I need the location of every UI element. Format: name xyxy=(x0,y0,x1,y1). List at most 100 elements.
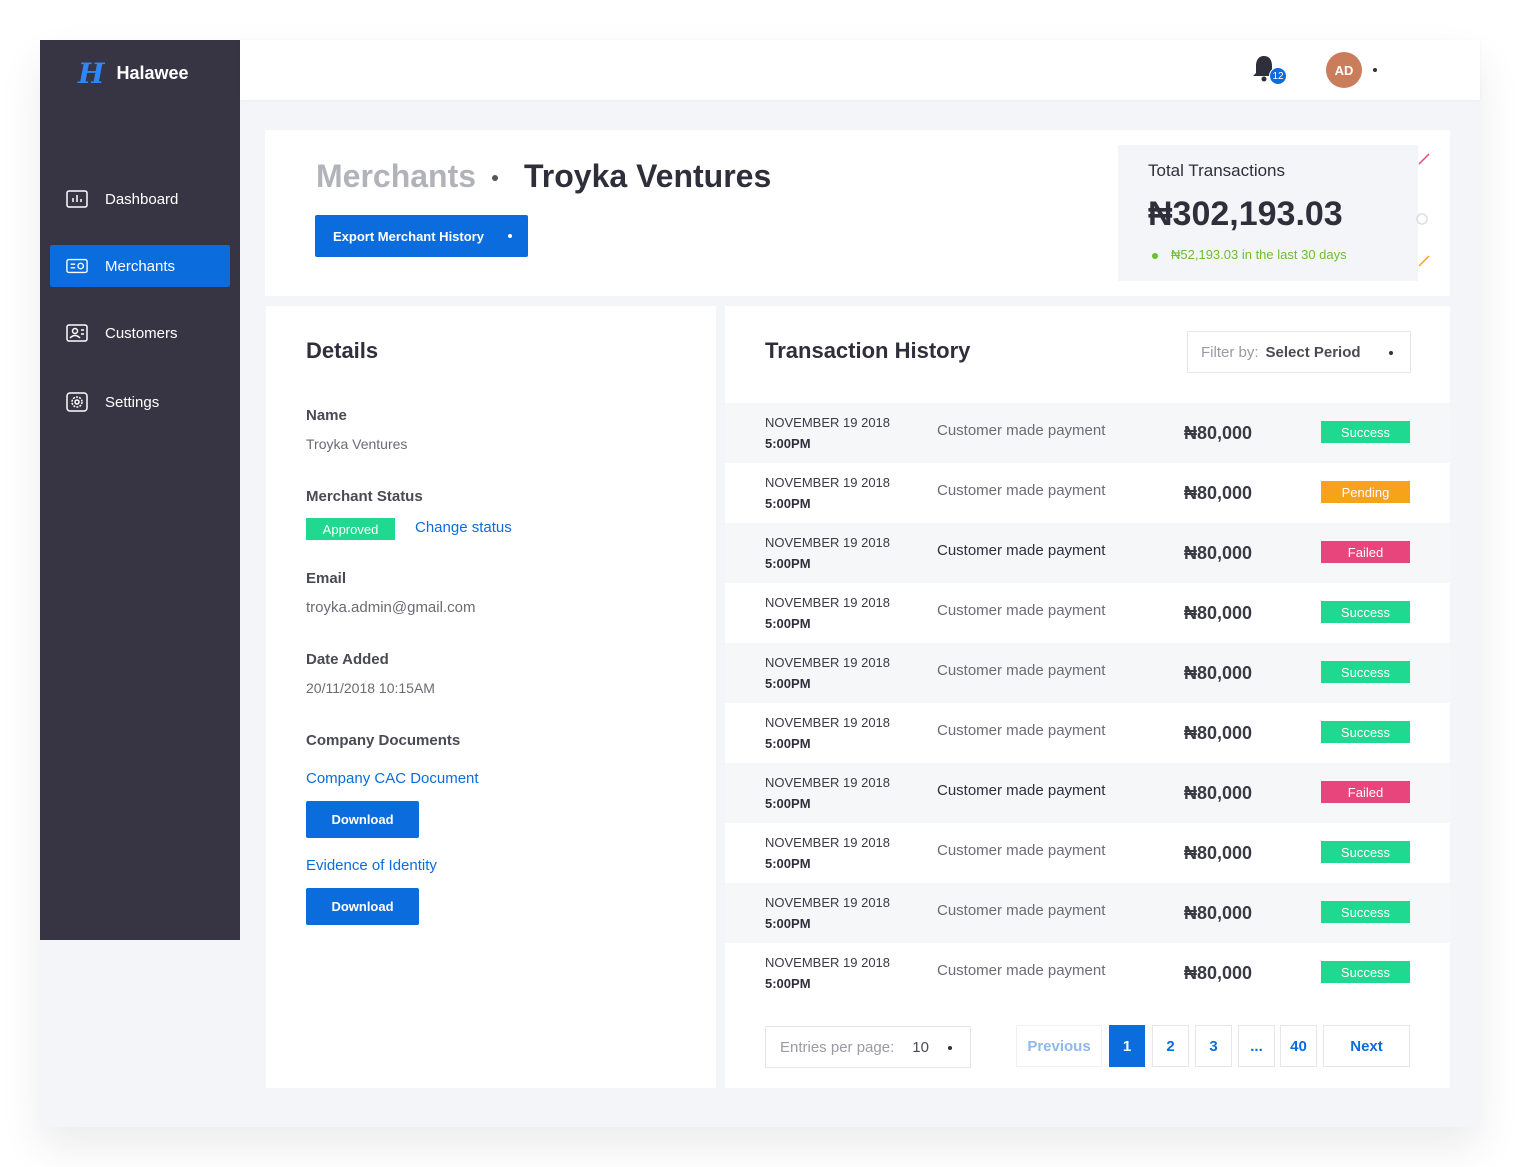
transaction-date: NOVEMBER 19 2018 xyxy=(765,655,891,670)
dropdown-dot-icon xyxy=(1389,351,1393,355)
status-badge: Success xyxy=(1321,721,1410,743)
pagination-next[interactable]: Next xyxy=(1323,1025,1410,1067)
transaction-description: Customer made payment xyxy=(937,482,1106,499)
account-menu-caret-icon[interactable] xyxy=(1373,68,1377,72)
transaction-amount: ₦80,000 xyxy=(1184,423,1253,443)
dropdown-dot-icon xyxy=(948,1046,952,1050)
table-row[interactable]: NOVEMBER 19 2018 5:00PM Customer made paym… xyxy=(725,763,1450,823)
status-badge: Pending xyxy=(1321,481,1410,503)
email-label: Email xyxy=(306,570,347,587)
breadcrumb-merchants[interactable]: Merchants xyxy=(316,158,476,195)
transaction-amount: ₦80,000 xyxy=(1184,963,1253,983)
name-label: Name xyxy=(306,407,347,424)
filter-label: Filter by: xyxy=(1201,343,1259,361)
transaction-time: 5:00PM xyxy=(765,556,811,571)
transaction-time: 5:00PM xyxy=(765,796,811,811)
status-badge: Success xyxy=(1321,421,1410,443)
transaction-description: Customer made payment xyxy=(937,782,1106,799)
transaction-amount: ₦80,000 xyxy=(1184,603,1253,623)
brand[interactable]: H Halawee xyxy=(78,57,189,90)
pagination-ellipsis[interactable]: ... xyxy=(1238,1025,1275,1067)
date-added-value: 20/11/2018 10:15AM xyxy=(306,680,435,696)
transaction-time: 5:00PM xyxy=(765,976,811,991)
entries-label: Entries per page: xyxy=(780,1038,895,1056)
transaction-date: NOVEMBER 19 2018 xyxy=(765,895,891,910)
transaction-history-title: Transaction History xyxy=(765,338,971,363)
email-value: troyka.admin@gmail.com xyxy=(306,599,476,616)
transaction-amount: ₦80,000 xyxy=(1184,483,1253,503)
filter-period-select[interactable]: Filter by: Select Period xyxy=(1187,331,1411,373)
transaction-description: Customer made payment xyxy=(937,842,1106,859)
table-row[interactable]: NOVEMBER 19 2018 5:00PM Customer made paym… xyxy=(725,883,1450,943)
sidebar-item-merchants[interactable]: Merchants xyxy=(50,245,230,287)
table-row[interactable]: NOVEMBER 19 2018 5:00PM Customer made paym… xyxy=(725,703,1450,763)
decorative-line-icon xyxy=(1418,255,1430,267)
pagination-page-3[interactable]: 3 xyxy=(1195,1025,1232,1067)
sidebar-item-settings[interactable]: Settings xyxy=(50,381,230,423)
transaction-date: NOVEMBER 19 2018 xyxy=(765,955,891,970)
export-merchant-history-button[interactable]: Export Merchant History xyxy=(315,215,528,257)
transaction-time: 5:00PM xyxy=(765,736,811,751)
app-window: H Halawee Dashboard Merchants Customers xyxy=(40,40,1480,1127)
download-cac-button[interactable]: Download xyxy=(306,801,419,838)
details-title: Details xyxy=(306,338,379,363)
status-badge: Success xyxy=(1321,661,1410,683)
export-button-label: Export Merchant History xyxy=(333,228,484,244)
trend-dot-icon xyxy=(1152,253,1158,259)
table-row[interactable]: NOVEMBER 19 2018 5:00PM Customer made paym… xyxy=(725,943,1450,1003)
top-bar: 12 AD xyxy=(240,40,1480,100)
entries-value: 10 xyxy=(912,1038,929,1056)
transaction-date: NOVEMBER 19 2018 xyxy=(765,595,891,610)
pagination-page-1[interactable]: 1 xyxy=(1109,1025,1145,1067)
sidebar-item-customers[interactable]: Customers xyxy=(50,312,230,354)
dropdown-dot-icon xyxy=(508,234,512,238)
sidebar: H Halawee Dashboard Merchants Customers xyxy=(40,40,240,940)
transaction-amount: ₦80,000 xyxy=(1184,723,1253,743)
transaction-description: Customer made payment xyxy=(937,422,1106,439)
status-badge: Success xyxy=(1321,901,1410,923)
sidebar-item-label: Merchants xyxy=(105,257,176,275)
table-row[interactable]: NOVEMBER 19 2018 5:00PM Customer made paym… xyxy=(725,403,1450,463)
transaction-date: NOVEMBER 19 2018 xyxy=(765,475,891,490)
transaction-time: 5:00PM xyxy=(765,856,811,871)
details-card: Details Name Troyka Ventures Merchant St… xyxy=(266,306,716,1088)
table-row[interactable]: NOVEMBER 19 2018 5:00PM Customer made paym… xyxy=(725,823,1450,883)
table-row[interactable]: NOVEMBER 19 2018 5:00PM Customer made paym… xyxy=(725,463,1450,523)
bar-chart-icon xyxy=(66,190,88,208)
status-badge: Success xyxy=(1321,961,1410,983)
status-badge: Success xyxy=(1321,601,1410,623)
pagination-page-2[interactable]: 2 xyxy=(1152,1025,1189,1067)
evidence-of-identity-link[interactable]: Evidence of Identity xyxy=(306,857,437,874)
transaction-time: 5:00PM xyxy=(765,436,811,451)
status-badge: Failed xyxy=(1321,781,1410,803)
pagination-previous[interactable]: Previous xyxy=(1016,1025,1102,1067)
gear-icon xyxy=(66,392,88,412)
transaction-time: 5:00PM xyxy=(765,916,811,931)
table-row[interactable]: NOVEMBER 19 2018 5:00PM Customer made paym… xyxy=(725,643,1450,703)
transaction-time: 5:00PM xyxy=(765,616,811,631)
table-row[interactable]: NOVEMBER 19 2018 5:00PM Customer made paym… xyxy=(725,523,1450,583)
transaction-time: 5:00PM xyxy=(765,676,811,691)
download-identity-button[interactable]: Download xyxy=(306,888,419,925)
page-title: Troyka Ventures xyxy=(524,158,772,194)
total-transactions-value: ₦302,193.03 xyxy=(1148,195,1343,233)
transaction-date: NOVEMBER 19 2018 xyxy=(765,535,891,550)
pagination-page-40[interactable]: 40 xyxy=(1280,1025,1317,1067)
filter-value: Select Period xyxy=(1265,343,1361,361)
avatar[interactable]: AD xyxy=(1326,52,1362,88)
sidebar-item-dashboard[interactable]: Dashboard xyxy=(50,178,230,220)
company-cac-document-link[interactable]: Company CAC Document xyxy=(306,770,479,787)
id-card-icon xyxy=(66,257,88,275)
sidebar-item-label: Customers xyxy=(105,324,178,342)
table-row[interactable]: NOVEMBER 19 2018 5:00PM Customer made paym… xyxy=(725,583,1450,643)
transaction-date: NOVEMBER 19 2018 xyxy=(765,415,891,430)
status-badge: Failed xyxy=(1321,541,1410,563)
entries-per-page-select[interactable]: Entries per page: 10 xyxy=(765,1026,971,1068)
merchant-status-label: Merchant Status xyxy=(306,488,423,505)
transaction-amount: ₦80,000 xyxy=(1184,663,1253,683)
decorative-ring-icon xyxy=(1416,213,1428,225)
transaction-amount: ₦80,000 xyxy=(1184,783,1253,803)
transaction-amount: ₦80,000 xyxy=(1184,543,1253,563)
status-badge: Approved xyxy=(306,518,395,540)
change-status-link[interactable]: Change status xyxy=(415,519,512,536)
